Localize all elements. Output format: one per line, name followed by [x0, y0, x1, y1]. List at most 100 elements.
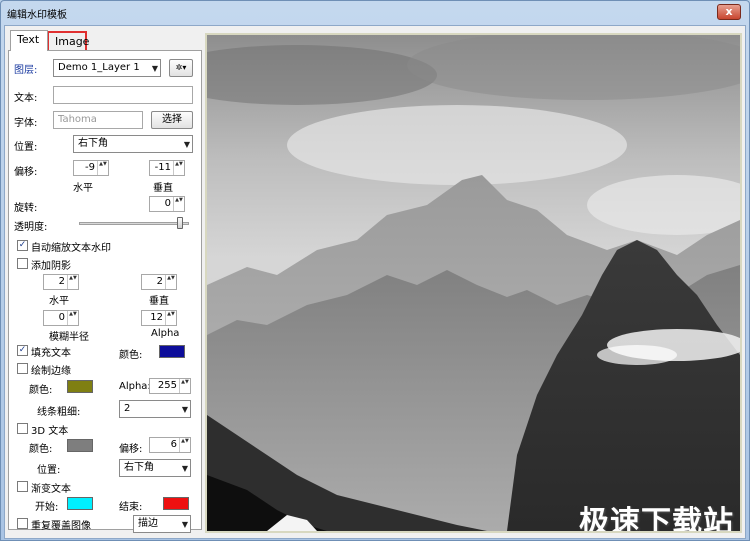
- shadow-blur-label: 模糊半径: [49, 332, 89, 343]
- spin-arrows-icon[interactable]: ▲▼: [67, 311, 78, 325]
- text-input[interactable]: [53, 86, 193, 104]
- cloud: [287, 105, 627, 185]
- chevron-down-icon: ▼: [183, 140, 190, 149]
- outline-width-label: 线条粗细:: [37, 407, 81, 418]
- fill-color-swatch[interactable]: [159, 345, 185, 358]
- layer-value: Demo 1_Layer 1: [58, 62, 140, 73]
- text-label: 文本:: [14, 93, 38, 104]
- shadow-alpha-value: 12: [150, 312, 163, 323]
- shadow-vertical-label: 垂直: [149, 296, 169, 307]
- offset-horizontal-value: -9: [85, 162, 95, 173]
- rotation-label: 旋转:: [14, 203, 38, 214]
- position-value: 右下角: [78, 138, 108, 149]
- choose-font-button[interactable]: 选择: [151, 111, 193, 129]
- shadow-horizontal-value: 2: [58, 276, 65, 287]
- outline-label: 绘制边缘: [31, 366, 71, 377]
- text3d-color-label: 颜色:: [29, 444, 53, 455]
- position-select[interactable]: 右下角 ▼: [73, 135, 193, 153]
- gradient-checkbox[interactable]: [17, 481, 28, 492]
- fill-text-label: 填充文本: [31, 348, 71, 359]
- text3d-offset-label: 偏移:: [119, 444, 143, 455]
- tab-text[interactable]: Text: [10, 30, 48, 51]
- spin-arrows-icon[interactable]: ▲▼: [97, 161, 108, 175]
- spin-arrows-icon[interactable]: ▲▼: [165, 275, 176, 289]
- gradient-start-label: 开始:: [35, 502, 59, 513]
- outline-alpha-spinner[interactable]: 255 ▲▼: [149, 378, 191, 394]
- spin-arrows-icon[interactable]: ▲▼: [179, 438, 190, 452]
- outline-alpha-label: Alpha:: [119, 381, 151, 392]
- position-label: 位置:: [14, 142, 38, 153]
- window-title: 编辑水印模板: [7, 10, 67, 21]
- gradient-end-swatch[interactable]: [163, 497, 189, 510]
- shadow-vertical-value: 2: [156, 276, 163, 287]
- chevron-down-icon: ▼: [181, 464, 188, 473]
- repeat-mode-value: 描边: [138, 518, 158, 529]
- gradient-label: 渐变文本: [31, 484, 71, 495]
- text3d-label: 3D 文本: [31, 426, 69, 437]
- fill-color-label: 颜色:: [119, 350, 143, 361]
- text-settings-panel: 图层: Demo 1_Layer 1 ▼ ✲▾ 文本: 字体: Tahoma 选…: [8, 50, 202, 533]
- repeat-mode-select[interactable]: 描边 ▼: [133, 515, 191, 533]
- font-input[interactable]: Tahoma: [53, 111, 143, 129]
- rotation-spinner[interactable]: 0 ▲▼: [149, 196, 185, 212]
- text3d-offset-value: 6: [170, 439, 177, 450]
- chevron-down-icon: ▼: [151, 64, 158, 73]
- chevron-down-icon: ▼: [181, 405, 188, 414]
- outline-width-select[interactable]: 2 ▼: [119, 400, 191, 418]
- gradient-end-label: 结束:: [119, 502, 143, 513]
- spin-arrows-icon[interactable]: ▲▼: [67, 275, 78, 289]
- offset-vertical-spinner[interactable]: -11 ▲▼: [149, 160, 185, 176]
- watermark-text: 极速下载站: [579, 505, 734, 533]
- shadow-blur-value: 0: [58, 312, 65, 323]
- repeat-checkbox[interactable]: [17, 518, 28, 529]
- text3d-position-select[interactable]: 右下角 ▼: [119, 459, 191, 477]
- shadow-checkbox[interactable]: [17, 258, 28, 269]
- gear-menu-button[interactable]: ✲▾: [169, 59, 193, 77]
- outline-color-label: 颜色:: [29, 385, 53, 396]
- font-label: 字体:: [14, 118, 38, 129]
- image-preview[interactable]: 极速下载站: [205, 33, 742, 533]
- chevron-down-icon: ▼: [181, 520, 188, 529]
- mountain-photo: [207, 35, 740, 531]
- client-area: Text Image 图层: Demo 1_Layer 1 ▼ ✲▾ 文本: 字…: [4, 25, 746, 539]
- text3d-position-label: 位置:: [37, 465, 61, 476]
- offset-horizontal-label: 水平: [73, 183, 93, 194]
- text3d-checkbox[interactable]: [17, 423, 28, 434]
- text3d-offset-spinner[interactable]: 6 ▲▼: [149, 437, 191, 453]
- gradient-start-swatch[interactable]: [67, 497, 93, 510]
- shadow-alpha-spinner[interactable]: 12 ▲▼: [141, 310, 177, 326]
- mist: [597, 345, 677, 365]
- text3d-position-value: 右下角: [124, 462, 154, 473]
- shadow-blur-spinner[interactable]: 0 ▲▼: [43, 310, 79, 326]
- title-bar[interactable]: 编辑水印模板 x: [1, 1, 749, 27]
- shadow-horizontal-label: 水平: [49, 296, 69, 307]
- shadow-label: 添加阴影: [31, 261, 71, 272]
- outline-width-value: 2: [124, 403, 131, 414]
- layer-label: 图层:: [14, 65, 38, 76]
- offset-label: 偏移:: [14, 167, 38, 178]
- rotation-value: 0: [164, 198, 171, 209]
- auto-scale-label: 自动缩放文本水印: [31, 243, 111, 254]
- shadow-alpha-label: Alpha: [151, 328, 180, 339]
- spin-arrows-icon[interactable]: ▲▼: [173, 161, 184, 175]
- spin-arrows-icon[interactable]: ▲▼: [165, 311, 176, 325]
- transparency-slider-thumb[interactable]: [177, 217, 184, 229]
- offset-horizontal-spinner[interactable]: -9 ▲▼: [73, 160, 109, 176]
- outline-checkbox[interactable]: [17, 363, 28, 374]
- spin-arrows-icon[interactable]: ▲▼: [179, 379, 190, 393]
- layer-select[interactable]: Demo 1_Layer 1 ▼: [53, 59, 161, 77]
- editor-window: 编辑水印模板 x Text Image 图层: Demo 1_Layer 1 ▼…: [0, 0, 750, 541]
- transparency-slider[interactable]: [79, 222, 189, 225]
- outline-alpha-value: 255: [157, 380, 177, 391]
- transparency-label: 透明度:: [14, 222, 48, 233]
- fill-text-checkbox[interactable]: ✓: [17, 345, 28, 356]
- offset-vertical-label: 垂直: [153, 183, 173, 194]
- close-button[interactable]: x: [717, 4, 741, 20]
- shadow-vertical-spinner[interactable]: 2 ▲▼: [141, 274, 177, 290]
- shadow-horizontal-spinner[interactable]: 2 ▲▼: [43, 274, 79, 290]
- text3d-color-swatch[interactable]: [67, 439, 93, 452]
- outline-color-swatch[interactable]: [67, 380, 93, 393]
- repeat-label: 重复覆盖图像: [31, 521, 91, 532]
- auto-scale-checkbox[interactable]: ✓: [17, 240, 28, 251]
- spin-arrows-icon[interactable]: ▲▼: [173, 197, 184, 211]
